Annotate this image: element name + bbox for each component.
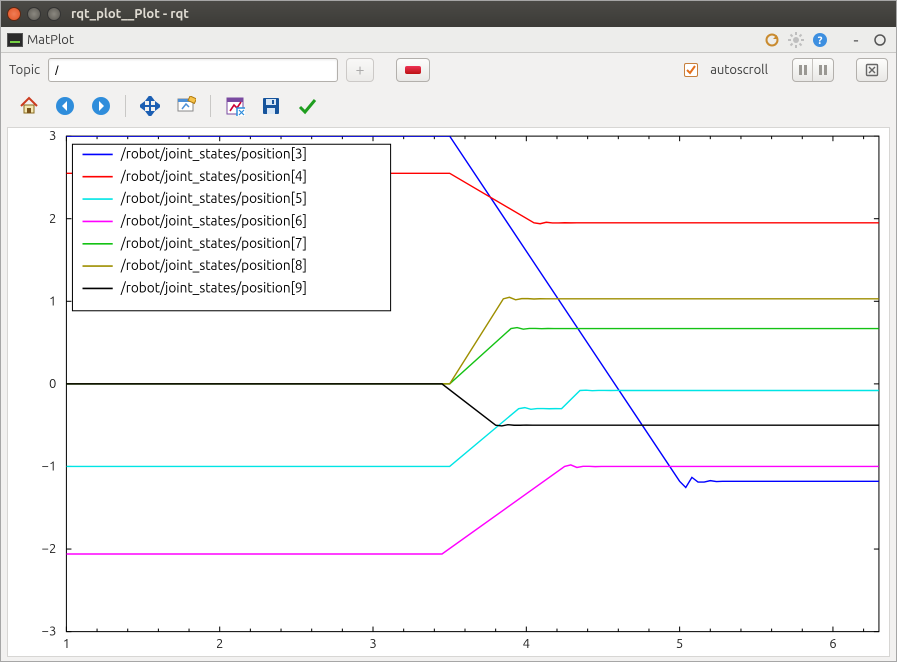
legend-label: /robot/joint_states/position[3] xyxy=(120,145,307,161)
svg-text:−3: −3 xyxy=(42,625,57,639)
reload-icon[interactable] xyxy=(762,30,782,50)
pause-resume-toggle[interactable] xyxy=(792,58,834,82)
clear-icon xyxy=(865,63,879,77)
svg-text:2: 2 xyxy=(49,212,56,226)
save-button[interactable] xyxy=(259,94,283,118)
legend-label: /robot/joint_states/position[9] xyxy=(120,279,307,295)
subplots-button[interactable] xyxy=(223,94,247,118)
dock-minimize-icon[interactable]: - xyxy=(846,30,866,50)
svg-text:−1: −1 xyxy=(42,459,57,473)
svg-text:3: 3 xyxy=(49,129,56,143)
add-topic-button[interactable]: + xyxy=(346,58,374,82)
plot-area[interactable]: −3 −2 −1 0 1 2 3 1 2 3 4 5 6/robot/joint_states/posi… xyxy=(7,127,890,657)
svg-text:1: 1 xyxy=(49,294,56,308)
settings-icon[interactable] xyxy=(786,30,806,50)
back-button[interactable] xyxy=(53,94,77,118)
legend-label: /robot/joint_states/position[4] xyxy=(120,168,307,184)
svg-text:4: 4 xyxy=(523,637,530,651)
legend: /robot/joint_states/position[3] /robot/jo… xyxy=(72,144,390,311)
autoscroll-checkbox[interactable] xyxy=(684,63,698,77)
pause-icon[interactable] xyxy=(793,59,813,81)
minus-icon xyxy=(405,66,421,74)
topic-label: Topic xyxy=(9,63,40,77)
resume-icon[interactable] xyxy=(813,59,833,81)
help-icon[interactable]: ? xyxy=(810,30,830,50)
legend-label: /robot/joint_states/position[5] xyxy=(120,190,307,206)
svg-text:3: 3 xyxy=(369,637,376,651)
autoscroll-label: autoscroll xyxy=(710,63,768,77)
window-minimize-icon[interactable] xyxy=(27,7,41,21)
dock-float-icon[interactable] xyxy=(870,30,890,50)
legend-label: /robot/joint_states/position[8] xyxy=(120,257,307,273)
edit-button[interactable] xyxy=(295,94,319,118)
legend-label: /robot/joint_states/position[6] xyxy=(120,212,307,228)
forward-button[interactable] xyxy=(89,94,113,118)
topic-input[interactable] xyxy=(48,58,338,82)
window-close-icon[interactable] xyxy=(7,7,21,21)
window-maximize-icon[interactable] xyxy=(47,7,61,21)
panel-header: MatPlot ? - xyxy=(1,27,896,53)
remove-topic-button[interactable] xyxy=(396,58,430,82)
topic-toolbar: Topic + autoscroll xyxy=(1,53,896,87)
app-window: rqt_plot__Plot - rqt MatPlot ? - Topic + xyxy=(0,0,897,662)
svg-text:5: 5 xyxy=(676,637,683,651)
svg-text:1: 1 xyxy=(63,637,70,651)
pan-button[interactable] xyxy=(138,94,162,118)
window-titlebar: rqt_plot__Plot - rqt xyxy=(1,1,896,27)
zoom-button[interactable] xyxy=(174,94,198,118)
svg-text:2: 2 xyxy=(216,637,223,651)
window-title: rqt_plot__Plot - rqt xyxy=(71,7,189,21)
home-button[interactable] xyxy=(17,94,41,118)
svg-text:−2: −2 xyxy=(42,542,57,556)
panel-title: MatPlot xyxy=(27,33,74,47)
svg-text:6: 6 xyxy=(829,637,836,651)
svg-text:?: ? xyxy=(818,35,823,47)
legend-label: /robot/joint_states/position[7] xyxy=(120,235,307,251)
matplot-icon xyxy=(7,33,23,47)
mpl-nav-toolbar xyxy=(1,87,896,125)
clear-button[interactable] xyxy=(856,58,888,82)
svg-text:0: 0 xyxy=(49,377,56,391)
plus-icon: + xyxy=(356,62,365,78)
